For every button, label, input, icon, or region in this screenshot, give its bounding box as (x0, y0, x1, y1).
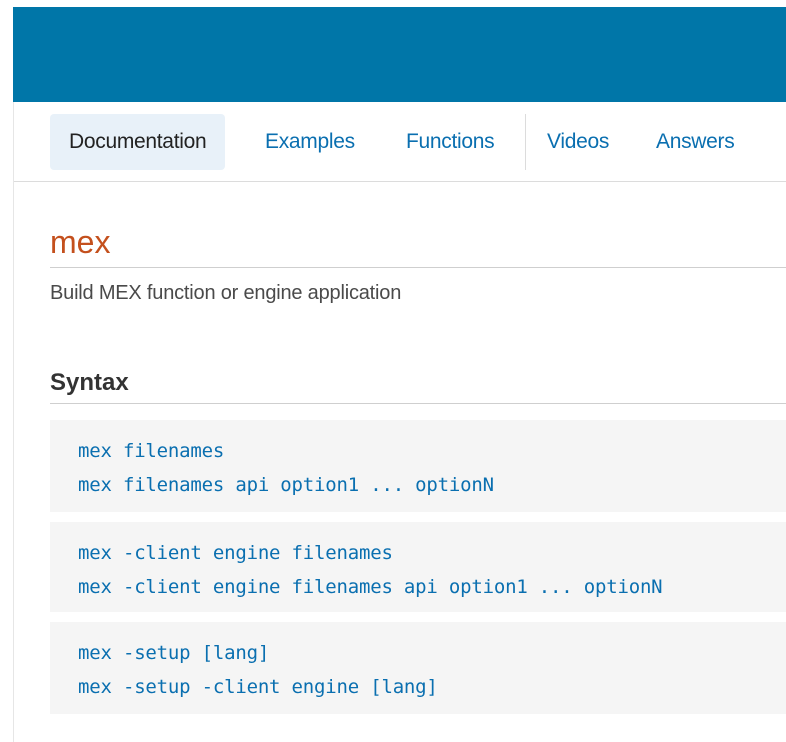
syntax-code-block: mex -client engine filenames mex -client… (50, 522, 786, 612)
page-frame: Documentation Examples Functions Videos … (0, 0, 786, 742)
syntax-link[interactable]: mex -setup -client engine [lang] (78, 670, 786, 704)
left-border (13, 102, 14, 742)
syntax-divider (50, 403, 786, 404)
syntax-heading: Syntax (50, 369, 129, 396)
syntax-code-block: mex filenames mex filenames api option1 … (50, 420, 786, 512)
site-header-banner (13, 7, 786, 102)
syntax-link[interactable]: mex -client engine filenames api option1… (78, 570, 786, 604)
tab-examples[interactable]: Examples (265, 114, 355, 170)
tab-divider (525, 114, 526, 170)
tab-answers[interactable]: Answers (656, 114, 735, 170)
syntax-link[interactable]: mex -client engine filenames (78, 536, 786, 570)
top-strip (0, 0, 786, 7)
tab-functions[interactable]: Functions (406, 114, 495, 170)
title-divider (50, 267, 786, 268)
syntax-link[interactable]: mex -setup [lang] (78, 636, 786, 670)
syntax-link[interactable]: mex filenames (78, 434, 786, 468)
page-title: mex (50, 224, 111, 260)
page-subtitle: Build MEX function or engine application (50, 282, 402, 304)
syntax-code-block: mex -setup [lang] mex -setup -client eng… (50, 622, 786, 714)
tab-documentation[interactable]: Documentation (50, 114, 226, 170)
doc-nav-bar: Documentation Examples Functions Videos … (14, 102, 786, 182)
syntax-link[interactable]: mex filenames api option1 ... optionN (78, 468, 786, 502)
tab-videos[interactable]: Videos (547, 114, 609, 170)
